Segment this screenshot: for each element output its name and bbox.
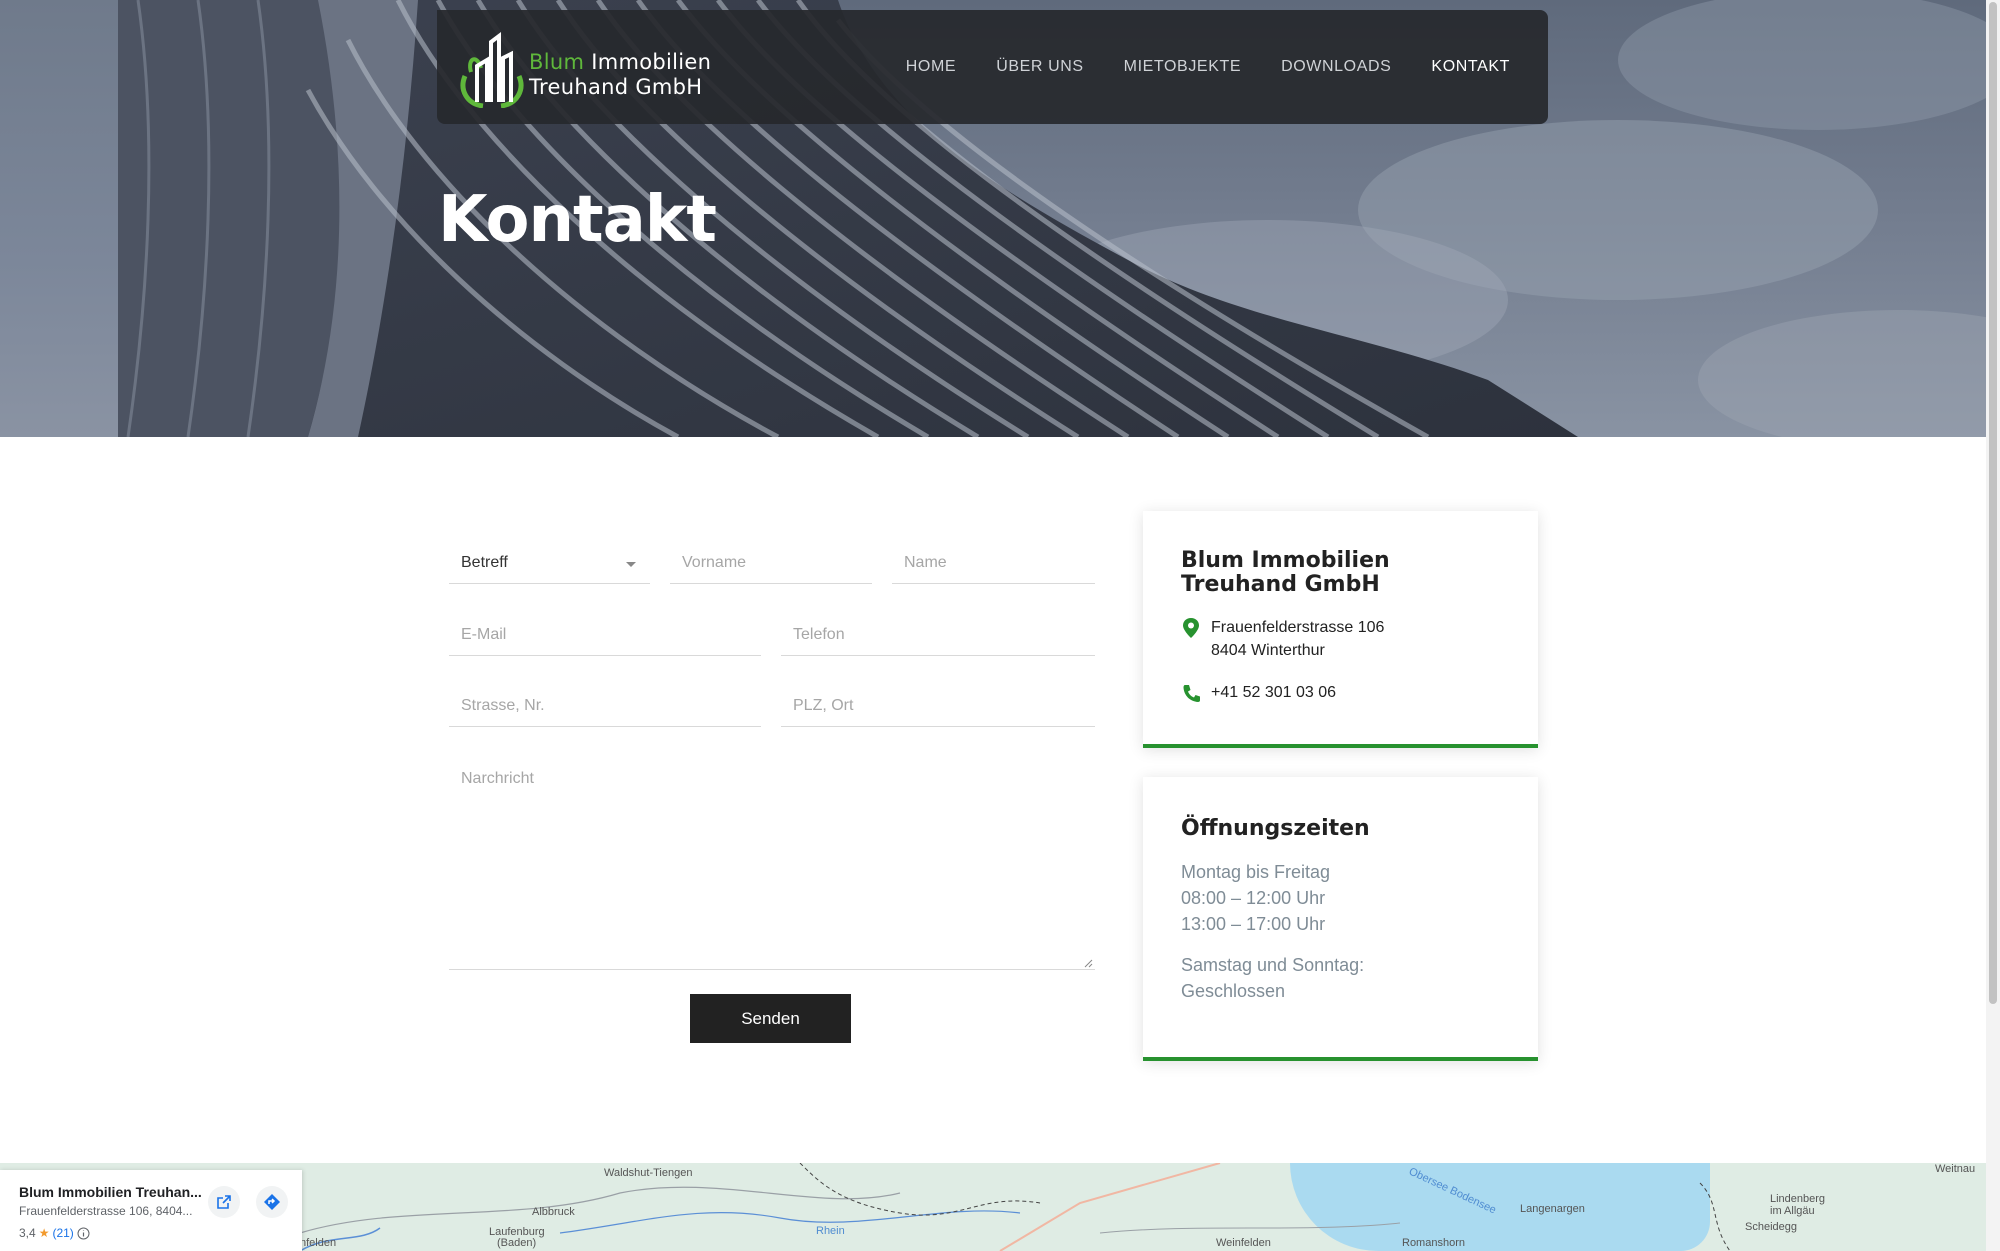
address-text: Frauenfelderstrasse 106 8404 Winterthur [1211,616,1384,662]
company-name-line2: Treuhand GmbH [1181,572,1380,597]
map-label: Lindenberg [1770,1193,1826,1205]
logo-word-treuhand: Treuhand GmbH [529,75,703,99]
weekend-status: Geschlossen [1181,981,1286,1001]
send-button[interactable]: Senden [690,994,851,1043]
opening-hours-title: Öffnungszeiten [1181,816,1370,841]
logo-word-blum: Blum [529,50,585,74]
map-label: (Baden) [497,1237,537,1249]
plz-ort-field[interactable] [781,685,1095,727]
email-field[interactable] [449,614,761,656]
directions-button[interactable] [256,1186,288,1218]
open-in-maps-button[interactable] [208,1186,240,1218]
info-icon[interactable] [77,1227,90,1240]
telefon-field[interactable] [781,614,1095,656]
map-label: Weinfelden [1216,1237,1271,1249]
nav-downloads[interactable]: DOWNLOADS [1281,58,1391,76]
nav-mietobjekte[interactable]: MIETOBJEKTE [1124,58,1241,76]
weekday-afternoon-hours: 13:00 – 17:00 Uhr [1181,914,1326,934]
map-place-card[interactable]: Blum Immobilien Treuhan... Frauenfelders… [0,1170,302,1251]
company-name-line1: Blum Immobilien [1181,548,1390,573]
opening-hours-card: Öffnungszeiten Montag bis Freitag 08:00 … [1143,777,1538,1061]
phone-number[interactable]: +41 52 301 03 06 [1211,681,1336,704]
map-label: Weitnau [1935,1163,1976,1175]
directions-icon [264,1194,280,1210]
company-name: Blum Immobilien Treuhand GmbH [1181,549,1390,597]
map-place-address: Frauenfelderstrasse 106, 8404... [19,1204,193,1218]
resize-grip-icon[interactable] [1083,958,1093,968]
nav-home[interactable]: HOME [906,58,956,76]
location-pin-icon [1183,618,1199,638]
map-label: Albbruck [532,1206,575,1218]
company-logo[interactable]: Blum Immobilien Treuhand GmbH [457,28,719,108]
contact-info-card: Blum Immobilien Treuhand GmbH Frauenfeld… [1143,511,1538,748]
betreff-select-value: Betreff [461,553,508,571]
logo-word-immobilien: Immobilien [591,50,712,74]
review-count-link[interactable]: (21) [52,1226,73,1240]
logo-building-icon [460,32,524,108]
phone-icon [1183,685,1200,702]
vorname-field[interactable] [670,542,872,584]
page-scrollbar[interactable] [1986,0,2000,1251]
map-label: Scheidegg [1745,1221,1797,1233]
weekday-morning-hours: 08:00 – 12:00 Uhr [1181,888,1326,908]
chevron-down-icon [626,562,636,567]
map-place-rating: 3,4 ★ (21) [19,1226,90,1240]
page-title: Kontakt [438,183,717,257]
hero-banner: Blum Immobilien Treuhand GmbH HOME ÜBER … [0,0,1986,437]
top-navbar: Blum Immobilien Treuhand GmbH HOME ÜBER … [437,10,1548,124]
external-link-icon [217,1195,231,1209]
address-row: Frauenfelderstrasse 106 8404 Winterthur [1181,616,1384,662]
nachricht-textarea[interactable] [449,760,1095,970]
map-label: im Allgäu [1770,1205,1815,1217]
nav-kontakt[interactable]: KONTAKT [1431,58,1510,76]
map-label: Rhein [816,1225,845,1237]
map-label: nfelden [300,1237,337,1249]
weekday-label: Montag bis Freitag [1181,862,1331,882]
map-label: Waldshut-Tiengen [604,1167,693,1179]
name-field[interactable] [892,542,1095,584]
main-nav: HOME ÜBER UNS MIETOBJEKTE DOWNLOADS KONT… [906,10,1510,124]
address-line1: Frauenfelderstrasse 106 [1211,619,1385,636]
rating-value: 3,4 [19,1226,36,1240]
map-place-name[interactable]: Blum Immobilien Treuhan... [19,1184,202,1200]
map-label: Langenargen [1520,1203,1585,1215]
hero-side-strip [0,0,118,437]
betreff-select[interactable]: Betreff [449,542,650,584]
map-label: Romanshorn [1402,1237,1465,1249]
scrollbar-thumb[interactable] [1989,2,1997,1004]
weekend-label: Samstag und Sonntag: [1181,955,1365,975]
phone-row[interactable]: +41 52 301 03 06 [1181,681,1336,704]
logo-wordmark: Blum Immobilien Treuhand GmbH [529,50,711,100]
strasse-field[interactable] [449,685,761,727]
address-line2: 8404 Winterthur [1211,642,1325,659]
star-icon: ★ [38,1226,50,1240]
nav-ueber-uns[interactable]: ÜBER UNS [996,58,1083,76]
